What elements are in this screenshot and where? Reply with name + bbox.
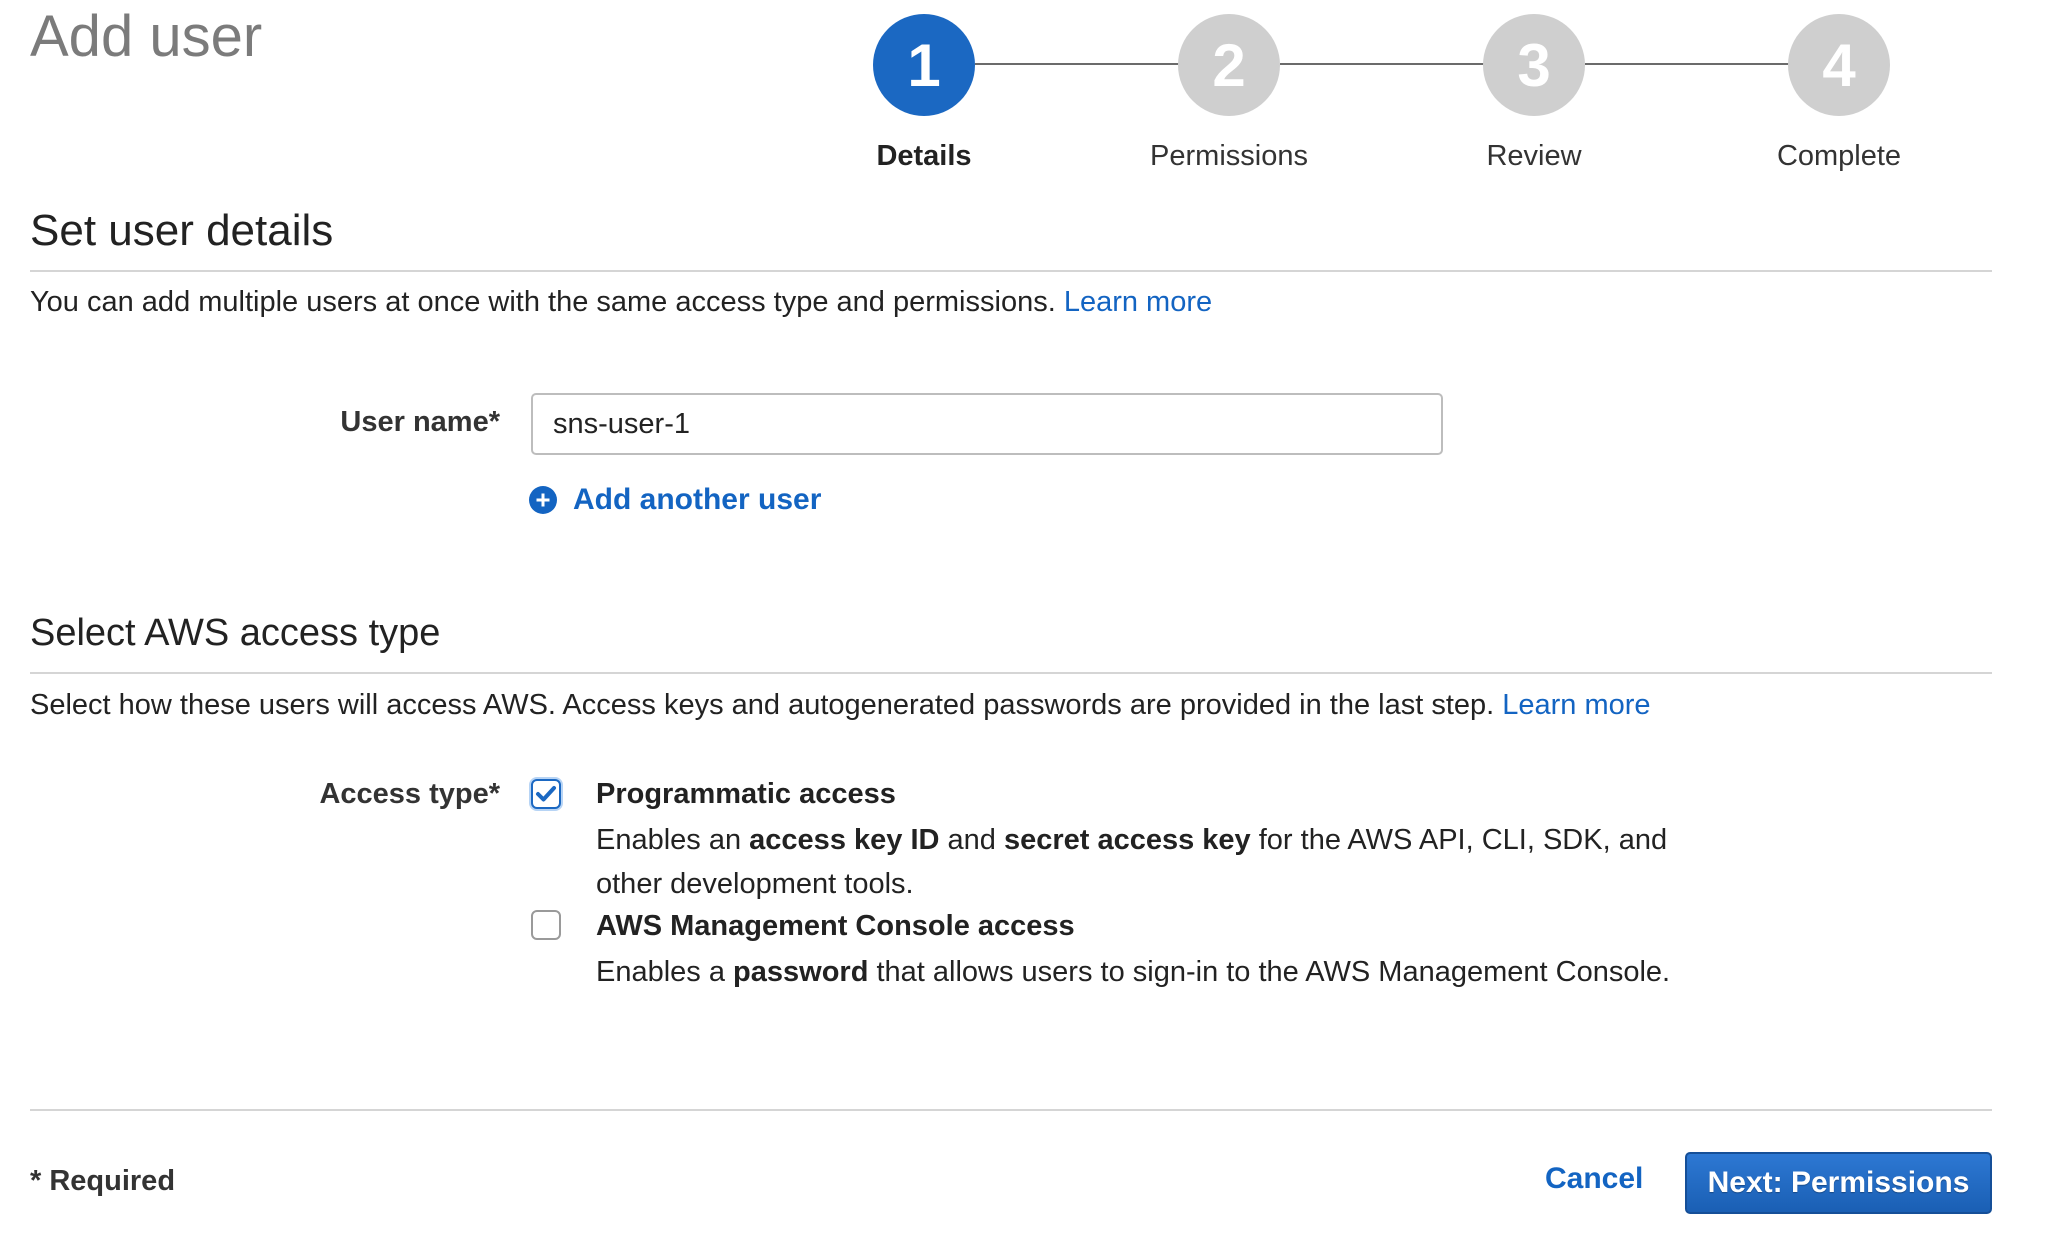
checkmark-icon [536, 786, 556, 802]
access-type-description-text: Select how these users will access AWS. … [30, 689, 1495, 721]
programmatic-access-checkbox[interactable] [531, 779, 561, 809]
step-2-circle: 2 [1178, 14, 1280, 116]
learn-more-link[interactable]: Learn more [1502, 689, 1650, 721]
user-details-description: You can add multiple users at once with … [30, 286, 1212, 319]
learn-more-link[interactable]: Learn more [1064, 286, 1212, 318]
required-note: * Required [30, 1165, 176, 1197]
step-1-circle: 1 [873, 14, 975, 116]
desc-emphasis: access key ID [749, 824, 940, 856]
access-type-heading: Select AWS access type [30, 612, 441, 654]
step-connector [975, 63, 1190, 65]
add-another-user-label: Add another user [573, 483, 822, 516]
step-connector [1280, 63, 1495, 65]
add-user-page: Add user 1 2 3 4 Details Permissions Rev… [0, 0, 2056, 1240]
step-connector [1585, 63, 1800, 65]
username-label: User name* [340, 406, 500, 438]
plus-circle-icon [529, 486, 557, 514]
programmatic-access-title: Programmatic access [596, 778, 896, 810]
desc-emphasis: secret access key [1003, 824, 1251, 856]
programmatic-access-description: Enables an access key ID and secret acce… [596, 818, 1696, 906]
step-3-circle: 3 [1483, 14, 1585, 116]
console-access-checkbox[interactable] [531, 910, 561, 940]
footer-divider [30, 1109, 1992, 1111]
cancel-button[interactable]: Cancel [1545, 1162, 1643, 1196]
user-details-description-text: You can add multiple users at once with … [30, 286, 1056, 318]
desc-text: Enables a [596, 956, 734, 988]
section-divider [30, 672, 1992, 674]
username-input[interactable] [531, 393, 1443, 455]
wizard-stepper: 1 2 3 4 Details Permissions Review Compl… [0, 0, 2056, 180]
step-1-label: Details [876, 140, 972, 172]
user-details-heading: Set user details [30, 206, 334, 255]
desc-text: that allows users to sign-in to the AWS … [868, 956, 1671, 988]
next-permissions-button[interactable]: Next: Permissions [1685, 1152, 1992, 1214]
step-3-label: Review [1486, 140, 1582, 172]
desc-text: and [939, 824, 1004, 856]
console-access-description: Enables a password that allows users to … [596, 950, 1696, 994]
console-access-title: AWS Management Console access [596, 910, 1075, 942]
section-divider [30, 270, 1992, 272]
desc-emphasis: password [733, 956, 869, 988]
step-4-label: Complete [1776, 140, 1902, 172]
desc-text: Enables an [596, 824, 750, 856]
add-another-user-button[interactable]: Add another user [529, 483, 821, 517]
access-type-label: Access type* [319, 778, 500, 810]
step-2-label: Permissions [1150, 140, 1308, 172]
step-4-circle: 4 [1788, 14, 1890, 116]
access-type-description: Select how these users will access AWS. … [30, 689, 1651, 722]
